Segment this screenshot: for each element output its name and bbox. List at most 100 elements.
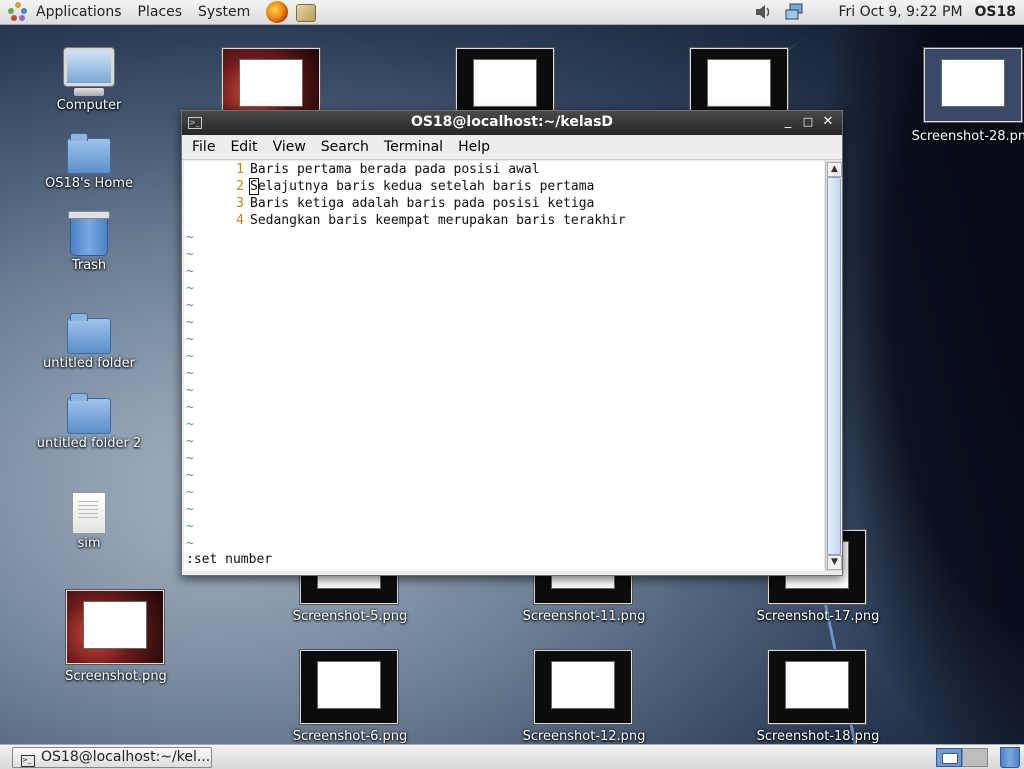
line-text: elajutnya baris kedua setelah baris pert… bbox=[257, 179, 595, 194]
tilde-marker: ~ bbox=[186, 298, 194, 313]
line-number: 2 bbox=[236, 179, 244, 194]
window-titlebar[interactable]: >_ OS18@localhost:~/kelasD _ □ ✕ bbox=[182, 111, 842, 135]
network-icon[interactable] bbox=[785, 3, 805, 21]
desktop-icon-label: Screenshot.png bbox=[65, 669, 167, 684]
desktop-icon-label: Screenshot-18.png bbox=[756, 729, 880, 744]
tilde-marker: ~ bbox=[186, 417, 194, 432]
bottom-panel: >_ OS18@localhost:~/kel... bbox=[0, 744, 1024, 769]
desktop-icon-label: untitled folder 2 bbox=[36, 436, 142, 451]
tilde-marker: ~ bbox=[186, 247, 194, 262]
desktop-icon-label: OS18's Home bbox=[45, 176, 133, 191]
desktop-icon-label: Computer bbox=[56, 98, 122, 113]
vim-line: 3 Baris ketiga adalah baris pada posisi k… bbox=[186, 195, 594, 212]
terminal-window[interactable]: >_ OS18@localhost:~/kelasD _ □ ✕ File Ed… bbox=[181, 110, 843, 576]
desktop-icon-label: Screenshot-28.png bbox=[911, 129, 1024, 144]
workspace-switcher-1[interactable] bbox=[936, 748, 962, 767]
vim-line: 2 Selajutnya baris kedua setelah baris pe… bbox=[186, 178, 594, 195]
menu-system[interactable]: System bbox=[190, 0, 258, 24]
tilde-marker: ~ bbox=[186, 315, 194, 330]
volume-icon[interactable] bbox=[753, 3, 773, 21]
tilde-marker: ~ bbox=[186, 366, 194, 381]
desktop-icon-sim[interactable]: sim bbox=[34, 492, 144, 551]
line-text: Baris pertama berada pada posisi awal bbox=[250, 162, 540, 177]
tilde-marker: ~ bbox=[186, 536, 194, 551]
terminal-icon: >_ bbox=[21, 755, 35, 767]
vim-line: 1 Baris pertama berada pada posisi awal bbox=[186, 161, 540, 178]
folder-icon bbox=[67, 313, 111, 354]
scroll-thumb[interactable] bbox=[827, 177, 841, 555]
desktop-icon-label: Screenshot-11.png bbox=[522, 609, 646, 624]
notes-launcher-icon[interactable] bbox=[296, 4, 317, 22]
menu-view[interactable]: View bbox=[268, 139, 311, 155]
close-icon[interactable]: ✕ bbox=[820, 114, 836, 130]
menu-applications[interactable]: Applications bbox=[28, 0, 130, 24]
screenshot-thumbnail[interactable] bbox=[534, 650, 632, 724]
line-number: 4 bbox=[236, 213, 244, 228]
system-tray: Fri Oct 9, 9:22 PM OS18 bbox=[747, 3, 1024, 21]
desktop-icon-label: Screenshot-6.png bbox=[292, 729, 408, 744]
vim-line: 4 Sedangkan baris keempat merupakan baris… bbox=[186, 212, 626, 229]
screenshot-thumbnail[interactable] bbox=[66, 590, 164, 664]
taskbar-item-label: OS18@localhost:~/kel... bbox=[41, 749, 211, 765]
desktop-icon-untitled-folder-2[interactable]: untitled folder 2 bbox=[34, 393, 144, 451]
text-cursor: S bbox=[249, 178, 259, 195]
folder-icon bbox=[67, 393, 111, 434]
tilde-marker: ~ bbox=[186, 332, 194, 347]
tilde-marker: ~ bbox=[186, 434, 194, 449]
top-panel: Applications Places System Fri Oct 9, 9:… bbox=[0, 0, 1024, 25]
window-title: OS18@localhost:~/kelasD bbox=[410, 114, 614, 130]
menu-help[interactable]: Help bbox=[453, 139, 495, 155]
trash-icon bbox=[68, 211, 110, 256]
maximize-icon[interactable]: □ bbox=[800, 114, 816, 130]
vim-command-line: :set number bbox=[186, 552, 273, 567]
desktop-icon-label: Screenshot-17.png bbox=[756, 609, 880, 624]
line-number: 1 bbox=[236, 162, 244, 177]
screenshot-thumbnail[interactable] bbox=[768, 650, 866, 724]
terminal-text-area[interactable]: 1 Baris pertama berada pada posisi awal 2… bbox=[184, 161, 824, 571]
desktop-icon-untitled-folder[interactable]: untitled folder bbox=[34, 313, 144, 371]
line-text: Baris ketiga adalah baris pada posisi ke… bbox=[250, 196, 595, 211]
minimize-icon[interactable]: _ bbox=[780, 114, 796, 130]
home-folder-icon bbox=[67, 133, 111, 174]
tilde-marker: ~ bbox=[186, 230, 194, 245]
desktop-icon-label: sim bbox=[77, 536, 101, 551]
desktop-icon-home[interactable]: OS18's Home bbox=[34, 133, 144, 191]
tilde-marker: ~ bbox=[186, 502, 194, 517]
computer-icon bbox=[64, 48, 114, 86]
screenshot-thumbnail[interactable] bbox=[924, 48, 1022, 122]
vertical-scrollbar[interactable]: ▲ ▼ bbox=[825, 161, 842, 571]
tilde-marker: ~ bbox=[186, 400, 194, 415]
tilde-marker: ~ bbox=[186, 281, 194, 296]
desktop-icon-trash[interactable]: Trash bbox=[34, 211, 144, 273]
trash-icon[interactable] bbox=[1000, 747, 1020, 768]
menu-search[interactable]: Search bbox=[316, 139, 374, 155]
terminal-menubar: File Edit View Search Terminal Help bbox=[182, 135, 842, 160]
tilde-marker: ~ bbox=[186, 383, 194, 398]
tilde-marker: ~ bbox=[186, 264, 194, 279]
clock[interactable]: Fri Oct 9, 9:22 PM bbox=[811, 4, 975, 20]
tilde-marker: ~ bbox=[186, 468, 194, 483]
menu-edit[interactable]: Edit bbox=[225, 139, 262, 155]
scroll-down-icon[interactable]: ▼ bbox=[827, 555, 842, 570]
tilde-marker: ~ bbox=[186, 519, 194, 534]
taskbar-item-terminal[interactable]: >_ OS18@localhost:~/kel... bbox=[12, 747, 212, 768]
workspace-switcher-2[interactable] bbox=[962, 748, 988, 767]
desktop-icon-label: untitled folder bbox=[42, 356, 135, 371]
user-switcher[interactable]: OS18 bbox=[975, 4, 1024, 20]
line-text: Sedangkan baris keempat merupakan baris … bbox=[250, 213, 626, 228]
screenshot-thumbnail[interactable] bbox=[300, 650, 398, 724]
line-number: 3 bbox=[236, 196, 244, 211]
menu-terminal[interactable]: Terminal bbox=[379, 139, 448, 155]
computer-icon-stand bbox=[74, 88, 104, 96]
firefox-icon[interactable] bbox=[266, 1, 289, 23]
desktop-icon-computer[interactable]: Computer bbox=[34, 48, 144, 113]
scroll-up-icon[interactable]: ▲ bbox=[827, 162, 842, 177]
tilde-marker: ~ bbox=[186, 349, 194, 364]
gnome-foot-icon[interactable] bbox=[8, 2, 28, 22]
desktop-icon-label: Screenshot-5.png bbox=[292, 609, 408, 624]
desktop-icon-label: Trash bbox=[71, 258, 107, 273]
tilde-marker: ~ bbox=[186, 485, 194, 500]
menu-file[interactable]: File bbox=[187, 139, 220, 155]
menu-places[interactable]: Places bbox=[130, 0, 191, 24]
text-file-icon bbox=[72, 492, 106, 534]
